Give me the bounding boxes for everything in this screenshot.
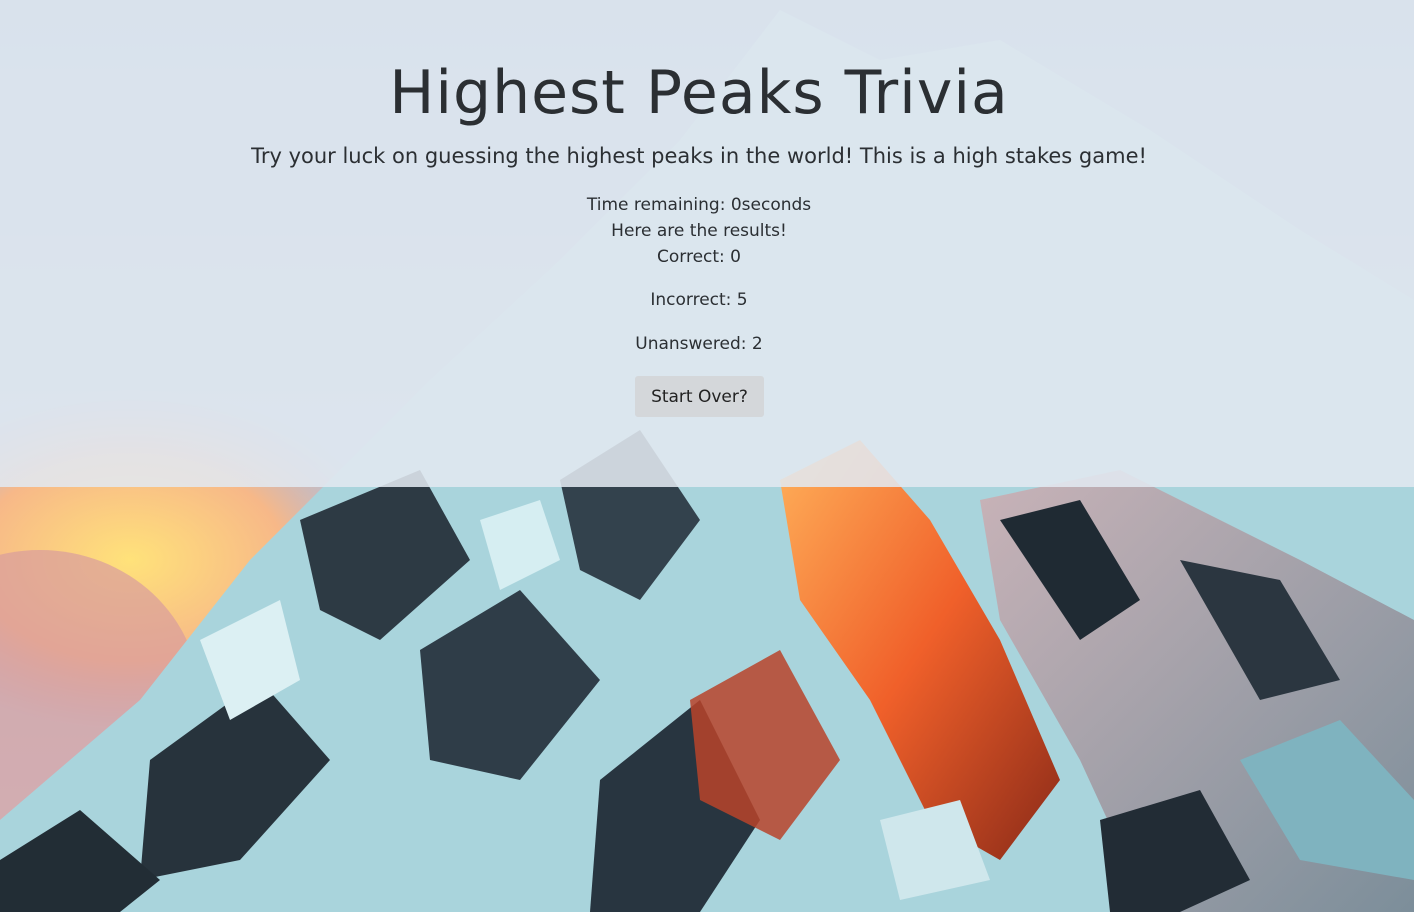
page-subtitle: Try your luck on guessing the highest pe… (251, 144, 1147, 168)
page-title: Highest Peaks Trivia (389, 58, 1009, 128)
incorrect-count: Incorrect: 5 (650, 290, 748, 310)
correct-count: Correct: 0 (657, 247, 741, 267)
start-over-button[interactable]: Start Over? (635, 376, 764, 417)
trivia-page: Highest Peaks Trivia Try your luck on gu… (0, 0, 1414, 912)
time-remaining-text: Time remaining: 0seconds (586, 195, 812, 215)
results-heading: Here are the results! (611, 221, 787, 241)
unanswered-count: Unanswered: 2 (635, 334, 763, 354)
